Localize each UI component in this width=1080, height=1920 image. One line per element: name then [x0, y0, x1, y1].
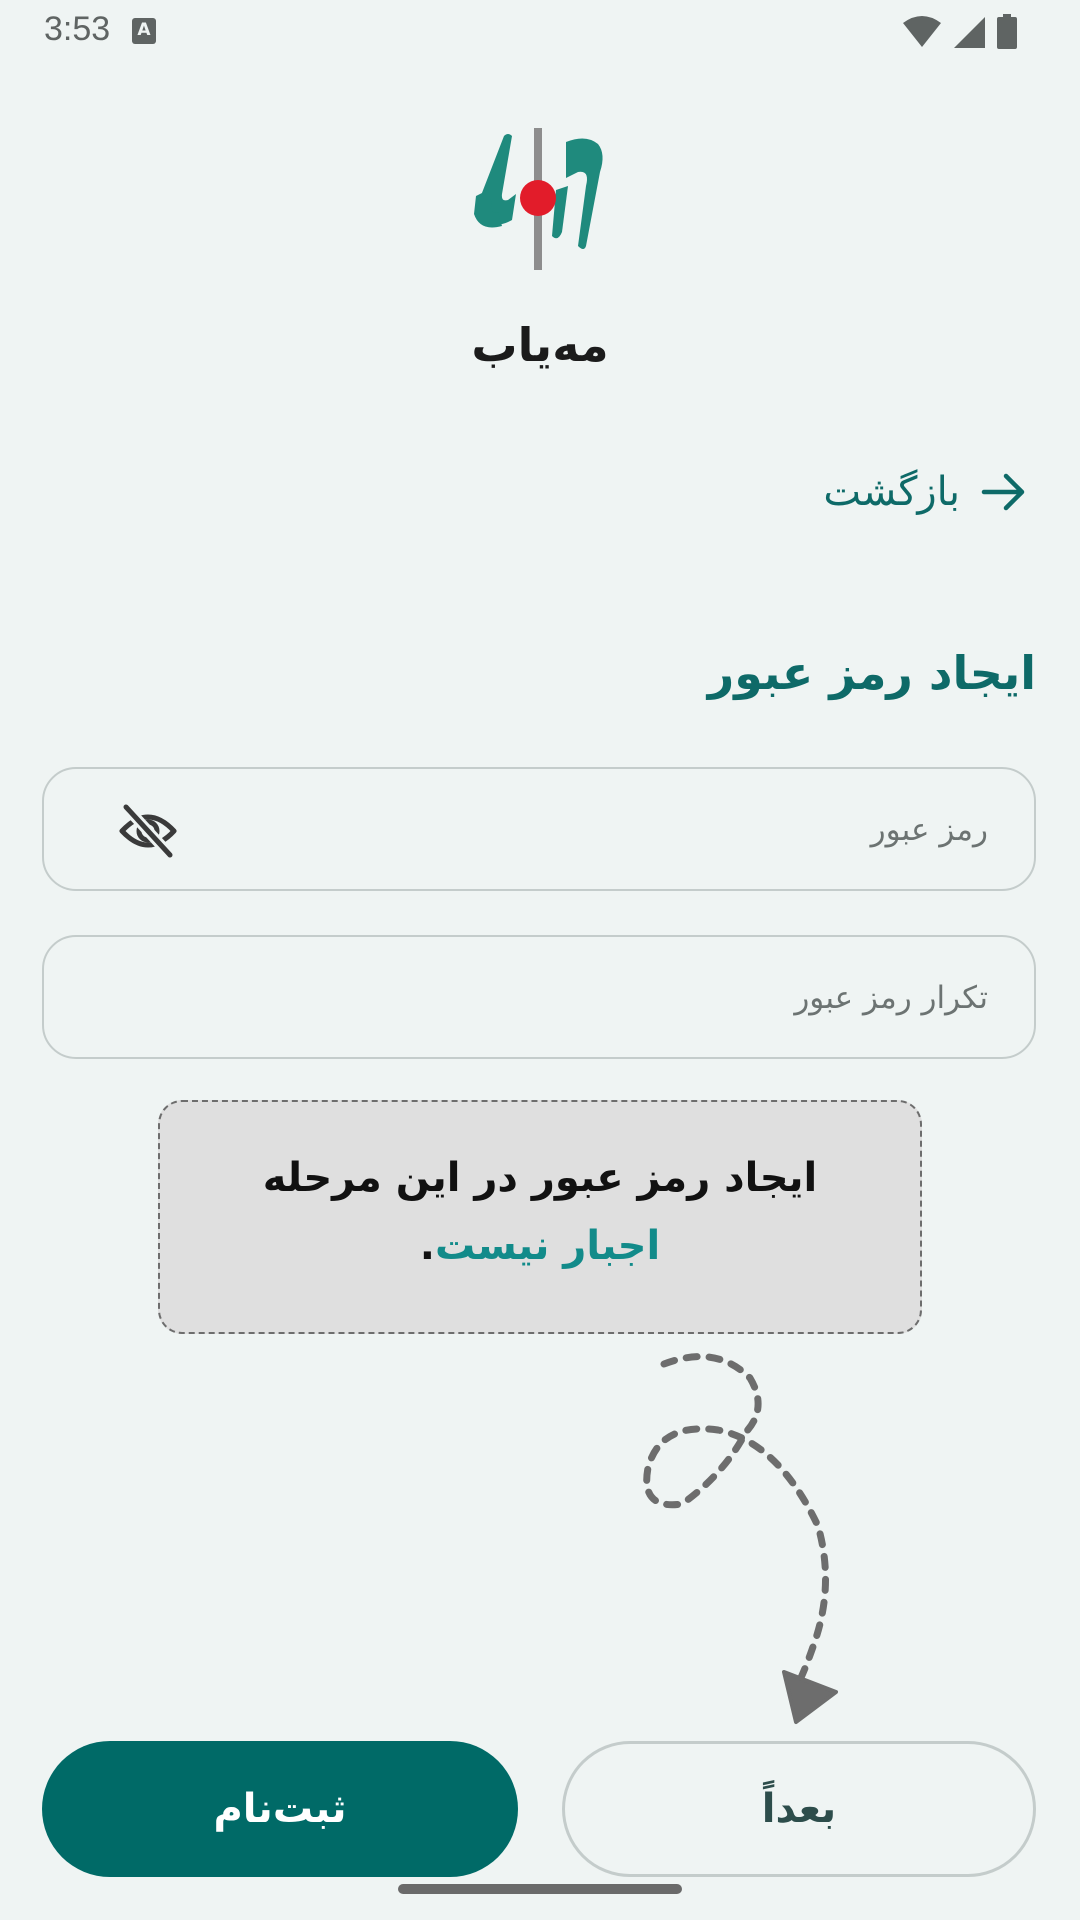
register-button[interactable]: ثبت‌نام	[42, 1741, 518, 1877]
dashed-swirl-arrow-icon	[643, 1353, 838, 1724]
back-label: بازگشت	[823, 469, 960, 515]
mahyab-logo-icon	[474, 128, 603, 270]
battery-icon	[997, 14, 1017, 49]
notice-emphasis: اجبار نیست	[434, 1223, 661, 1269]
arrow-right-icon	[981, 473, 1025, 511]
notice-suffix: .	[419, 1223, 435, 1269]
password-field[interactable]	[42, 767, 1036, 891]
notice-line1: ایجاد رمز عبور در این مرحله	[262, 1155, 818, 1201]
home-indicator[interactable]	[398, 1884, 682, 1894]
notification-a-icon: A	[132, 18, 156, 44]
notice-line2: اجبار نیست.	[160, 1208, 920, 1284]
optional-password-notice: ایجاد رمز عبور در این مرحله اجبار نیست.	[158, 1100, 922, 1334]
eye-off-icon[interactable]	[116, 801, 180, 861]
later-button[interactable]: بعداً	[562, 1741, 1036, 1877]
app-name: مه‌یاب	[471, 318, 609, 372]
page-title: ایجاد رمز عبور	[707, 646, 1036, 700]
repeat-password-input[interactable]	[88, 937, 990, 1059]
repeat-password-field[interactable]	[42, 935, 1036, 1059]
status-bar: 3:53 A	[0, 0, 1080, 64]
status-time: 3:53	[44, 10, 111, 48]
cellular-signal-icon	[954, 17, 985, 48]
wifi-icon	[903, 16, 941, 47]
back-button[interactable]: بازگشت	[823, 468, 1028, 516]
status-icons	[902, 14, 1018, 50]
password-input[interactable]	[174, 769, 990, 891]
